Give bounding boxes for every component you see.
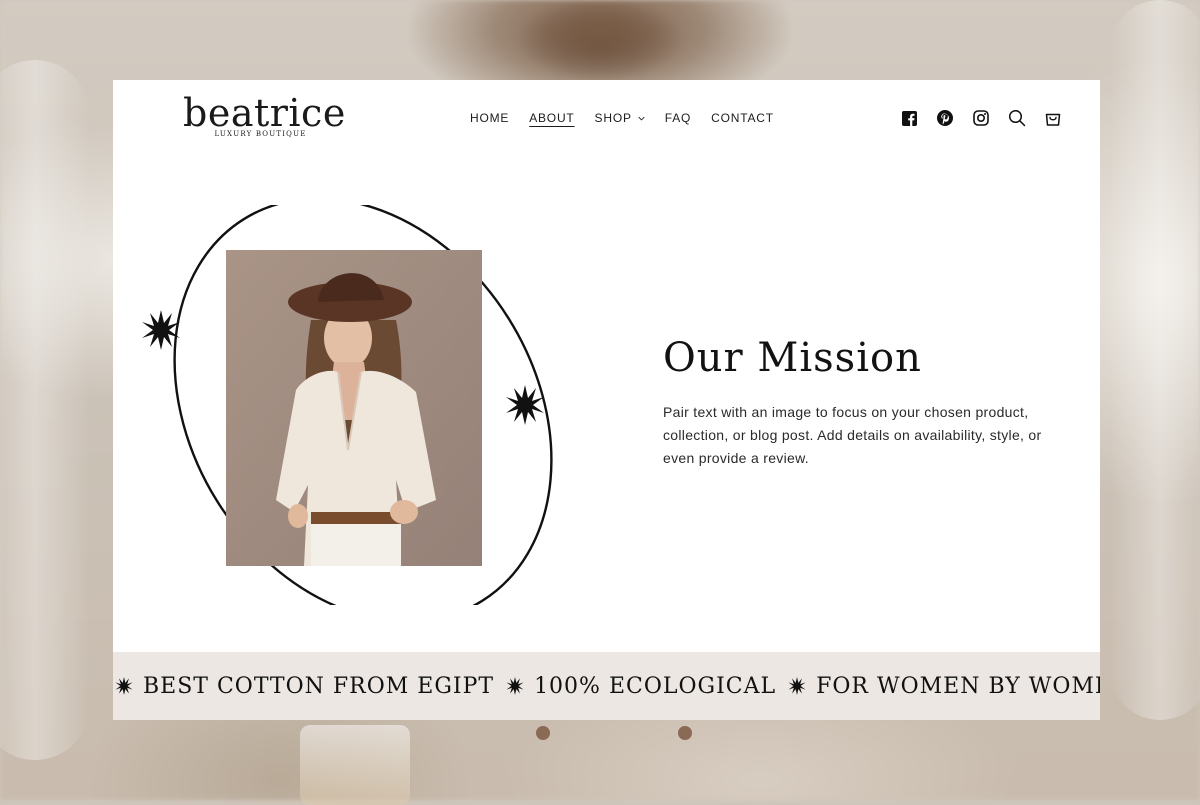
nav-about-label: ABOUT (529, 111, 575, 125)
nav-home-label: HOME (470, 111, 510, 125)
pinterest-icon[interactable] (936, 109, 954, 127)
background-coat-button (536, 726, 550, 740)
brand-logo[interactable]: beatrice LUXURY BOUTIQUE (183, 91, 346, 138)
nav-contact[interactable]: CONTACT (711, 111, 774, 125)
nav-about[interactable]: ABOUT (529, 111, 574, 125)
nav-home[interactable]: HOME (470, 111, 509, 125)
instagram-icon[interactable] (972, 109, 990, 127)
header-icons (900, 109, 1062, 127)
background-coat-button (678, 726, 692, 740)
model-illustration (226, 250, 482, 566)
nav-contact-label: CONTACT (711, 111, 774, 125)
chevron-down-icon (638, 116, 645, 121)
starburst-icon (115, 677, 133, 695)
marquee-item: 100% ECOLOGICAL (534, 673, 777, 699)
marquee-item: FOR WOMEN BY WOMEN (816, 673, 1100, 699)
nav-shop-label: SHOP (594, 111, 632, 125)
announcement-marquee: BEST COTTON FROM EGIPT 100% ECOLOGICAL F… (113, 652, 1100, 720)
background-glass (300, 725, 410, 805)
facebook-icon[interactable] (900, 109, 918, 127)
cart-icon[interactable] (1044, 109, 1062, 127)
marquee-track: BEST COTTON FROM EGIPT 100% ECOLOGICAL F… (113, 674, 1100, 699)
brand-name: beatrice (183, 91, 346, 135)
nav-shop[interactable]: SHOP (595, 111, 645, 125)
hero-image (226, 250, 482, 566)
mission-body: Pair text with an image to focus on your… (663, 404, 1042, 466)
mission-heading: Our Mission (663, 335, 922, 381)
page-card: beatrice LUXURY BOUTIQUE HOME ABOUT SHOP… (113, 80, 1100, 720)
nav-faq-label: FAQ (664, 111, 692, 125)
marquee-item: BEST COTTON FROM EGIPT (143, 673, 495, 699)
background-pillar-left (0, 60, 90, 760)
background-pillar-right (1110, 0, 1200, 720)
starburst-icon (506, 677, 524, 695)
search-icon[interactable] (1008, 109, 1026, 127)
main-nav: HOME ABOUT SHOP FAQ CONTACT (470, 111, 794, 125)
nav-faq[interactable]: FAQ (665, 111, 691, 125)
starburst-icon (788, 677, 806, 695)
